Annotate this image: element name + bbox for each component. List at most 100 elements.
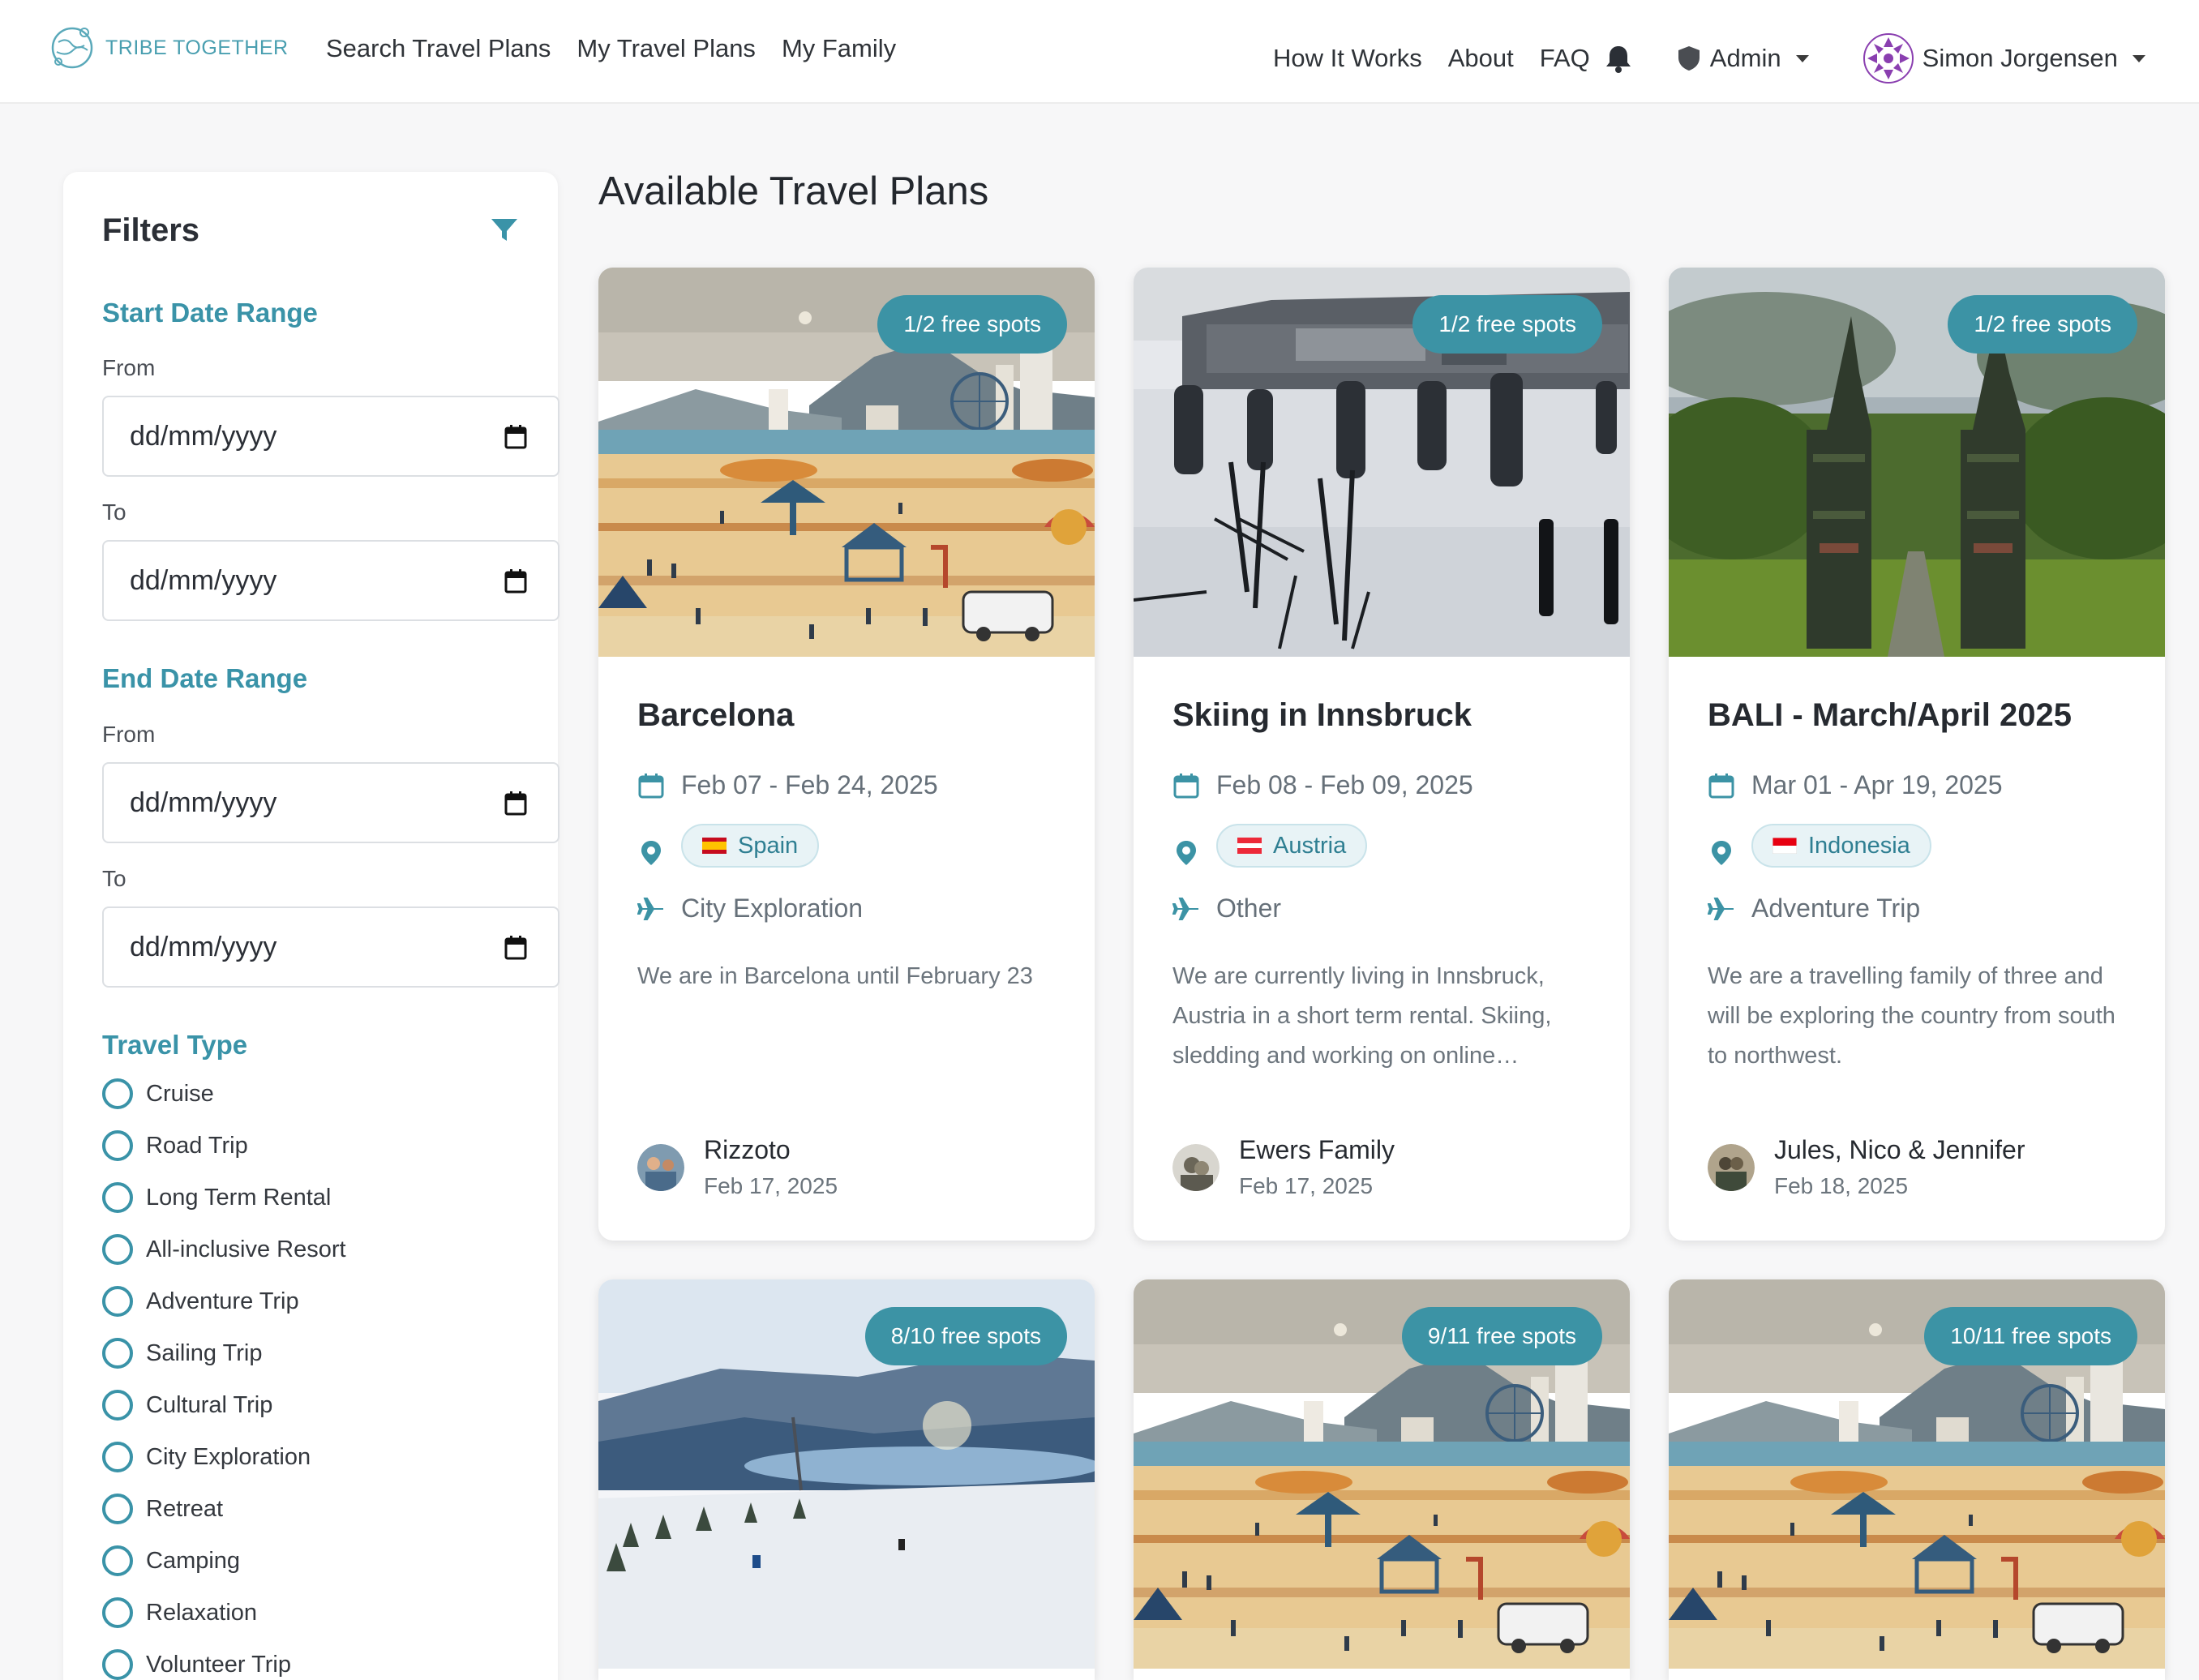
country-name: Indonesia [1808,832,1910,859]
shield-icon [1678,46,1700,71]
user-dropdown[interactable]: Simon Jorgensen [1809,32,2145,84]
map-pin-icon [1177,841,1196,865]
country-pill[interactable]: Austria [1216,824,1368,868]
radio-button[interactable] [102,1649,133,1680]
radio-button[interactable] [102,1130,133,1161]
calendar-icon[interactable] [504,424,527,450]
travel-type-option-all-inclusive-resort[interactable]: All-inclusive Resort [102,1234,346,1265]
filters-title: Filters [102,212,200,248]
nav-faq[interactable]: FAQ [1540,44,1590,73]
travel-plan-card[interactable]: 1/2 free spots Skiing in Innsbruck Feb 0… [1134,268,1630,1241]
travel-plan-card[interactable]: 9/11 free spots [1134,1279,1630,1680]
radio-button[interactable] [102,1494,133,1524]
nav-my-family[interactable]: My Family [782,34,896,63]
card-travel-type: Other [1172,894,1281,924]
secondary-nav: How It Works About FAQ Admin Simon Jorge… [1273,32,2145,84]
radio-button[interactable] [102,1286,133,1317]
travel-type-option-relaxation[interactable]: Relaxation [102,1597,257,1628]
card-dates: Feb 07 - Feb 24, 2025 [637,770,938,800]
calendar-icon[interactable] [504,791,527,816]
bell-icon[interactable] [1605,44,1632,73]
free-spots-badge: 1/2 free spots [877,295,1067,354]
airplane-icon [1172,897,1198,920]
travel-type-option-sailing-trip[interactable]: Sailing Trip [102,1338,262,1369]
card-owner[interactable]: Rizzoto Feb 17, 2025 [637,1135,838,1199]
date-placeholder: dd/mm/yyyy [130,420,277,452]
card-image: 9/11 free spots [1134,1279,1630,1669]
admin-dropdown[interactable]: Admin [1676,44,1809,73]
travel-type: Adventure Trip [1751,894,1921,923]
travel-type-option-retreat[interactable]: Retreat [102,1494,223,1524]
travel-type-option-cruise[interactable]: Cruise [102,1078,214,1109]
card-image: 10/11 free spots [1669,1279,2165,1669]
nav-search-travel-plans[interactable]: Search Travel Plans [326,34,551,63]
filter-icon[interactable] [490,217,519,243]
card-title: Skiing in Innsbruck [1172,697,1472,733]
free-spots-badge: 10/11 free spots [1924,1307,2137,1365]
nav-how-it-works[interactable]: How It Works [1273,44,1422,73]
owner-name: Jules, Nico & Jennifer [1774,1135,2025,1164]
end-to-date-input[interactable]: dd/mm/yyyy [102,906,559,988]
date-placeholder: dd/mm/yyyy [130,786,277,818]
radio-label: City Exploration [146,1443,311,1470]
radio-button[interactable] [102,1338,133,1369]
travel-type-option-volunteer-trip[interactable]: Volunteer Trip [102,1649,291,1680]
card-travel-type: City Exploration [637,894,863,924]
travel-plan-card[interactable]: 8/10 free spots [598,1279,1095,1680]
card-owner[interactable]: Jules, Nico & Jennifer Feb 18, 2025 [1708,1135,2025,1199]
posted-date: Feb 18, 2025 [1774,1173,1909,1198]
radio-label: Sailing Trip [146,1339,263,1366]
travel-type-option-road-trip[interactable]: Road Trip [102,1130,248,1161]
travel-plan-card[interactable]: 1/2 free spots BALI - March/April 2025 M… [1669,268,2165,1241]
radio-label: Cultural Trip [146,1391,273,1418]
nav-about[interactable]: About [1448,44,1514,73]
card-title: BALI - March/April 2025 [1708,697,2073,733]
travel-type-option-camping[interactable]: Camping [102,1545,240,1576]
travel-type-option-adventure-trip[interactable]: Adventure Trip [102,1286,299,1317]
radio-label: Adventure Trip [146,1288,299,1314]
radio-button[interactable] [102,1234,133,1265]
brand[interactable]: TRIBE TOGETHER [47,23,289,73]
start-to-label: To [102,499,126,525]
card-description: We are a travelling family of three and … [1708,963,2115,1069]
travel-type-option-long-term-rental[interactable]: Long Term Rental [102,1182,331,1213]
end-from-date-input[interactable]: dd/mm/yyyy [102,762,559,843]
globe-logo-icon [51,27,93,69]
travel-type-option-city-exploration[interactable]: City Exploration [102,1442,311,1472]
card-image: 1/2 free spots [598,268,1095,657]
radio-button[interactable] [102,1182,133,1213]
start-to-date-input[interactable]: dd/mm/yyyy [102,540,559,621]
travel-type-option-cultural-trip[interactable]: Cultural Trip [102,1390,272,1421]
radio-button[interactable] [102,1545,133,1576]
card-dates: Mar 01 - Apr 19, 2025 [1708,770,2003,800]
country-pill[interactable]: Indonesia [1751,824,1931,868]
card-travel-type: Adventure Trip [1708,894,1920,924]
radio-label: Long Term Rental [146,1184,332,1211]
calendar-icon [1708,773,1734,798]
card-description: We are currently living in Innsbruck, Au… [1172,963,1552,1069]
travel-plan-card[interactable]: 1/2 free spots Barcelona Feb 07 - Feb 24… [598,268,1095,1241]
radio-label: Road Trip [146,1132,248,1159]
travel-plan-card[interactable]: 10/11 free spots [1669,1279,2165,1680]
spain-flag-icon [702,838,727,854]
end-to-label: To [102,866,126,891]
country-pill[interactable]: Spain [681,824,820,868]
start-from-date-input[interactable]: dd/mm/yyyy [102,396,559,477]
radio-button[interactable] [102,1078,133,1109]
card-owner[interactable]: Ewers Family Feb 17, 2025 [1172,1135,1395,1199]
end-from-label: From [102,722,156,747]
radio-button[interactable] [102,1597,133,1628]
date-placeholder: dd/mm/yyyy [130,931,277,962]
calendar-icon[interactable] [504,935,527,961]
nav-my-travel-plans[interactable]: My Travel Plans [577,34,756,63]
travel-type: Other [1216,894,1282,923]
owner-avatar [1172,1143,1220,1191]
card-image: 8/10 free spots [598,1279,1095,1669]
date-placeholder: dd/mm/yyyy [130,564,277,596]
calendar-icon[interactable] [504,568,527,594]
page-title: Available Travel Plans [598,169,989,213]
card-image: 1/2 free spots [1669,268,2165,657]
radio-button[interactable] [102,1442,133,1472]
radio-label: Camping [146,1547,241,1574]
radio-button[interactable] [102,1390,133,1421]
